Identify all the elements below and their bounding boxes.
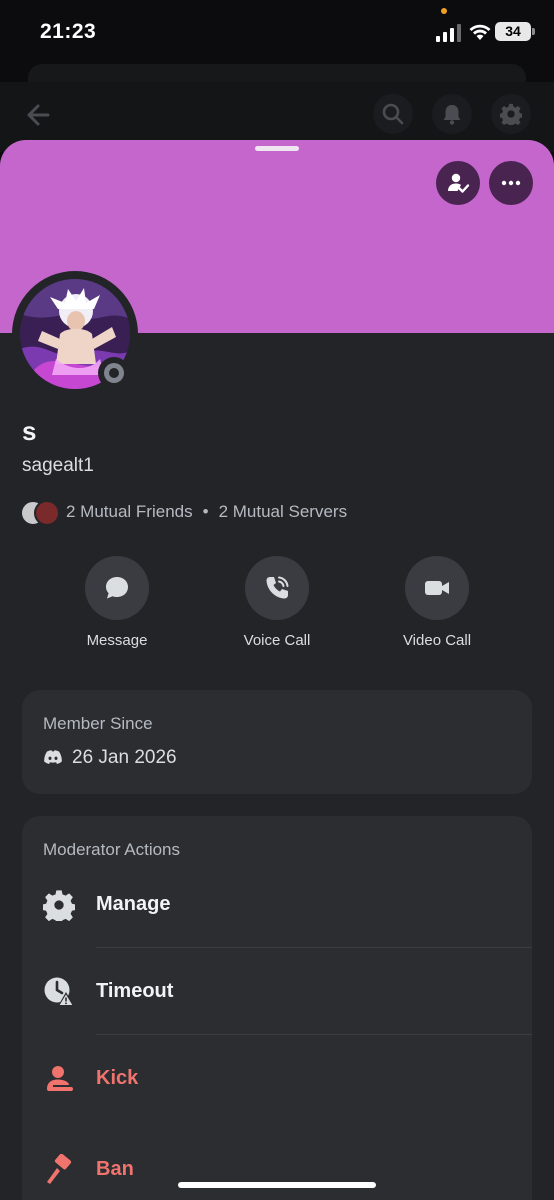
chat-bubble-icon xyxy=(106,577,128,599)
moderator-actions-card: Moderator Actions Manage Timeout Kick Ba… xyxy=(22,816,532,1200)
battery-tip xyxy=(532,28,535,35)
background-settings-button[interactable] xyxy=(491,94,531,134)
voice-call-action[interactable]: Voice Call xyxy=(217,556,337,649)
cellular-signal-icon xyxy=(436,24,461,42)
member-since-card: Member Since 26 Jan 2026 xyxy=(22,690,532,794)
more-dots-icon xyxy=(501,180,521,186)
bell-icon xyxy=(443,105,461,125)
profile-sheet: s sagealt1 2 Mutual Friends • 2 Mutual Ser… xyxy=(0,140,554,1200)
video-call-button[interactable] xyxy=(405,556,469,620)
hammer-icon xyxy=(47,1154,72,1184)
mutuals-row[interactable]: 2 Mutual Friends • 2 Mutual Servers xyxy=(20,499,520,526)
divider xyxy=(96,947,532,948)
battery-icon: 34 xyxy=(495,22,531,41)
privacy-indicator-dot xyxy=(441,8,447,14)
manage-action[interactable]: Manage xyxy=(22,889,532,976)
clock: 21:23 xyxy=(40,20,97,43)
background-search-button[interactable] xyxy=(373,94,413,134)
message-action[interactable]: Message xyxy=(57,556,177,649)
message-button[interactable] xyxy=(85,556,149,620)
video-call-label: Video Call xyxy=(402,632,472,649)
status-bar: 21:23 34 xyxy=(0,0,554,66)
message-label: Message xyxy=(86,632,148,649)
ban-label: Ban xyxy=(96,1158,134,1180)
friend-status-button[interactable] xyxy=(436,161,480,205)
timeout-label: Timeout xyxy=(96,980,174,1002)
mutual-friend-avatar xyxy=(34,500,60,526)
background-notifications-button[interactable] xyxy=(432,94,472,134)
voice-call-label: Voice Call xyxy=(243,632,311,649)
profile-actions: Message Voice Call Video Call xyxy=(0,556,554,656)
more-options-button[interactable] xyxy=(489,161,533,205)
search-icon xyxy=(382,103,404,125)
discord-logo-icon xyxy=(44,750,62,764)
timeout-action[interactable]: Timeout xyxy=(22,976,532,1063)
voice-call-button[interactable] xyxy=(245,556,309,620)
member-since-date: 26 Jan 2026 xyxy=(72,747,177,768)
member-since-title: Member Since xyxy=(43,714,153,733)
gear-icon xyxy=(500,103,522,125)
video-call-action[interactable]: Video Call xyxy=(377,556,497,649)
mutual-servers-link[interactable]: 2 Mutual Servers xyxy=(219,502,348,521)
user-kick-icon xyxy=(47,1066,73,1091)
mutuals-text: 2 Mutual Friends • 2 Mutual Servers xyxy=(66,502,347,522)
kick-label: Kick xyxy=(96,1067,139,1089)
home-indicator[interactable] xyxy=(178,1182,376,1188)
video-camera-icon xyxy=(425,581,449,595)
username[interactable]: sagealt1 xyxy=(22,455,94,477)
phone-icon xyxy=(266,576,289,599)
divider xyxy=(96,1034,532,1035)
clock-warning-icon xyxy=(44,977,74,1006)
kick-action[interactable]: Kick xyxy=(22,1063,532,1150)
gear-icon xyxy=(43,890,75,921)
wifi-icon xyxy=(469,24,491,40)
ban-action[interactable]: Ban xyxy=(22,1154,532,1200)
separator-dot: • xyxy=(202,502,209,521)
offline-status-indicator xyxy=(98,357,130,389)
sheet-grabber-handle[interactable] xyxy=(255,146,299,151)
back-arrow-icon[interactable] xyxy=(22,100,52,130)
display-name: s xyxy=(22,416,37,446)
mutual-friends-link[interactable]: 2 Mutual Friends xyxy=(66,502,193,521)
manage-label: Manage xyxy=(96,893,171,915)
moderator-actions-title: Moderator Actions xyxy=(43,840,181,859)
user-check-icon xyxy=(448,173,470,193)
